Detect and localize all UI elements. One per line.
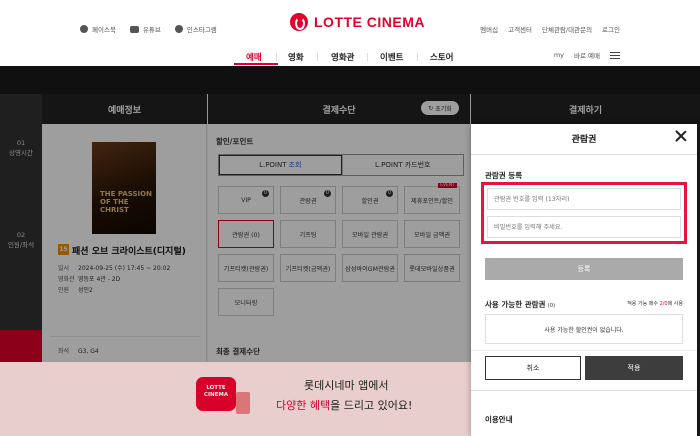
social-links: 페이스북 유튜브 인스타그램 [80,24,217,34]
membership-link[interactable]: 멤버십 [480,24,498,34]
nav-theater[interactable]: 영화관 [331,51,354,63]
nav-active-underline [234,63,278,65]
ticket-password-input[interactable] [487,216,681,238]
apply-count: 적용 가능 매수 2/0매 사용 [627,301,683,307]
nav-store[interactable]: 스토어 [430,51,453,63]
empty-ticket-message: 사용 가능한 할인권이 없습니다. [485,314,683,344]
login-link[interactable]: 로그인 [602,24,620,34]
nav-right: my 바로 예매 [554,50,620,60]
facebook-link[interactable]: 페이스북 [80,24,116,34]
ticket-modal: 관람권 관람권 등록 등록 사용 가능한 관람권(0) 적용 가능 매수 2/0… [471,124,697,436]
close-icon[interactable] [675,130,687,142]
nav-event[interactable]: 이벤트 [380,51,403,63]
logo-icon [290,13,308,31]
available-tickets-header: 사용 가능한 관람권 (0) 적용 가능 매수 2/0매 사용 [485,300,683,309]
site-header: 페이스북 유튜브 인스타그램 LOTTE CINEMA 멤버십 고객센터 단체관… [0,0,700,66]
my-link[interactable]: my [554,51,564,59]
instagram-icon [174,25,183,33]
nav-separator [417,53,418,61]
nav-separator [317,53,318,61]
nav-movie[interactable]: 영화 [288,51,304,63]
divider [471,154,697,155]
divider [471,390,697,391]
customer-center-link[interactable]: 고객센터 [508,24,532,34]
ticket-number-input[interactable] [487,188,681,210]
menu-icon[interactable] [610,51,620,59]
quick-booking-link[interactable]: 바로 예매 [574,50,600,60]
register-section-label: 관람권 등록 [485,171,523,180]
usage-guide-label: 이용안내 [485,415,513,424]
nav-separator [367,53,368,61]
apply-button[interactable]: 적용 [585,356,683,380]
modal-title: 관람권 [571,135,597,145]
divider [471,350,697,351]
instagram-link[interactable]: 인스타그램 [174,24,217,34]
nav-separator [276,53,277,61]
group-rental-link[interactable]: 단체관람/대관문의 [542,24,592,34]
utility-links: 멤버십 고객센터 단체관람/대관문의 로그인 [480,24,620,34]
banner-dim-overlay [0,362,472,436]
youtube-icon [129,25,139,33]
cancel-button[interactable]: 취소 [485,356,581,380]
register-button[interactable]: 등록 [485,258,683,280]
facebook-icon [80,25,88,33]
youtube-link[interactable]: 유튜브 [129,24,161,34]
main-nav: 예매 영화 영화관 이벤트 스토어 my 바로 예매 [0,45,700,65]
nav-booking[interactable]: 예매 [246,51,262,63]
lotte-cinema-logo[interactable]: LOTTE CINEMA [290,13,425,31]
